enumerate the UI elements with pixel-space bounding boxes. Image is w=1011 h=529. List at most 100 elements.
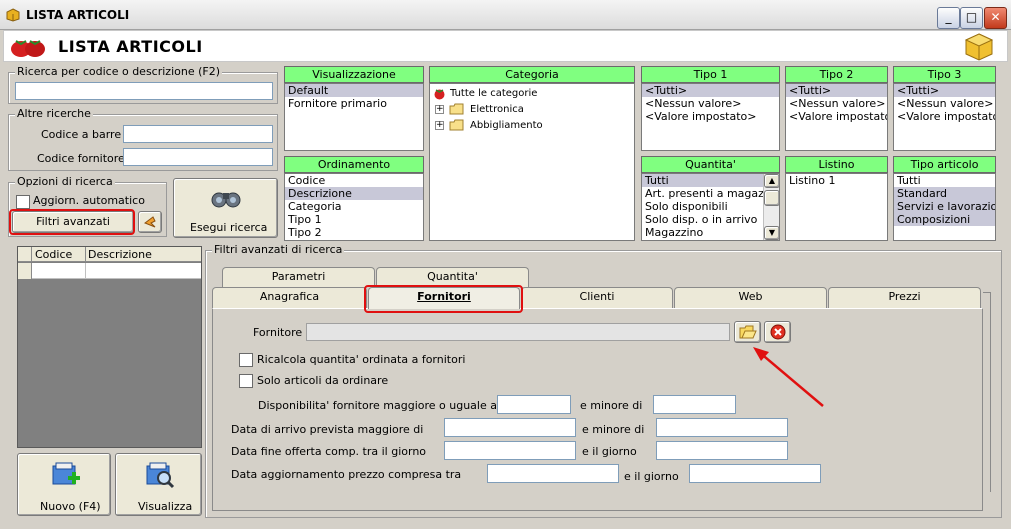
- delete-icon: [770, 324, 785, 340]
- quantity-list[interactable]: Tutti Art. presenti a magazzino Solo dis…: [641, 173, 780, 241]
- type2-item[interactable]: <Valore impostato>: [786, 110, 887, 123]
- sort-item[interactable]: Descrizione: [285, 187, 423, 200]
- price-list-item[interactable]: Listino 1: [786, 174, 887, 187]
- sort-item[interactable]: Tipo 2: [285, 226, 423, 239]
- hand-pointer-icon: [143, 216, 156, 228]
- sort-item[interactable]: Categoria: [285, 200, 423, 213]
- view-item-icon: [146, 462, 175, 489]
- advanced-filters-title: Filtri avanzati di ricerca: [212, 243, 345, 256]
- scroll-up-button[interactable]: ▲: [764, 174, 779, 188]
- type3-item[interactable]: <Nessun valore>: [894, 97, 995, 110]
- article-type-panel-header: Tipo articolo: [893, 156, 996, 173]
- new-button[interactable]: Nuovo (F4): [17, 453, 111, 516]
- barcode-input[interactable]: [123, 125, 273, 143]
- category-electronics[interactable]: Elettronica: [470, 104, 524, 115]
- folder-open-icon: [739, 325, 757, 339]
- type2-item[interactable]: <Tutti>: [786, 84, 887, 97]
- expand-icon[interactable]: +: [435, 105, 444, 114]
- grid-column-code[interactable]: Codice: [35, 248, 72, 261]
- arrival-to-input[interactable]: [656, 418, 788, 437]
- quantity-item[interactable]: Art. presenti a magazzino: [642, 187, 779, 200]
- binoculars-icon: [211, 192, 241, 208]
- supplier-field[interactable]: [306, 323, 730, 341]
- tab-prezzi[interactable]: Prezzi: [828, 287, 981, 308]
- folder-icon: [449, 103, 464, 115]
- offer-end-from-input[interactable]: [444, 441, 576, 460]
- close-button[interactable]: ✕: [984, 7, 1007, 29]
- price-list-list[interactable]: Listino 1: [785, 173, 888, 241]
- article-type-item[interactable]: Composizioni: [894, 213, 995, 226]
- fornitori-tab-highlight: [364, 285, 523, 313]
- app-box-icon: [6, 8, 20, 22]
- barcode-label: Codice a barre :: [41, 128, 129, 141]
- pointer-button[interactable]: [138, 211, 162, 233]
- strawberry-icon: [434, 89, 445, 100]
- search-options-group: Opzioni di ricerca Aggiorn. automatico F…: [8, 175, 167, 237]
- search-input[interactable]: [15, 82, 273, 100]
- tab-quantita[interactable]: Quantita': [376, 267, 529, 287]
- article-type-item[interactable]: Tutti: [894, 174, 995, 187]
- view-item-default[interactable]: Default: [285, 84, 423, 97]
- category-clothing[interactable]: Abbigliamento: [470, 120, 543, 131]
- table-row[interactable]: [18, 263, 201, 279]
- type1-item[interactable]: <Valore impostato>: [642, 110, 779, 123]
- type3-item[interactable]: <Valore impostato>: [894, 110, 995, 123]
- type1-item[interactable]: <Tutti>: [642, 84, 779, 97]
- type2-panel-header: Tipo 2: [785, 66, 888, 83]
- tab-anagrafica[interactable]: Anagrafica: [212, 287, 367, 308]
- quantity-item[interactable]: Solo disp. o in arrivo: [642, 213, 779, 226]
- only-to-order-label: Solo articoli da ordinare: [257, 374, 389, 387]
- quantity-panel-header: Quantita': [641, 156, 780, 173]
- minimize-button[interactable]: _: [937, 7, 960, 29]
- type3-list[interactable]: <Tutti> <Nessun valore> <Valore impostat…: [893, 83, 996, 151]
- view-list[interactable]: Default Fornitore primario: [284, 83, 424, 151]
- price-update-to-input[interactable]: [689, 464, 821, 483]
- view-item-primary-supplier[interactable]: Fornitore primario: [285, 97, 423, 110]
- strawberry-icon: [11, 40, 45, 57]
- tab-clienti[interactable]: Clienti: [521, 287, 673, 308]
- quantity-scrollbar[interactable]: ▲ ▼: [763, 174, 779, 240]
- tab-parametri[interactable]: Parametri: [222, 267, 375, 287]
- only-to-order-checkbox[interactable]: [239, 374, 253, 388]
- results-grid[interactable]: Codice Descrizione: [17, 246, 202, 448]
- type1-item[interactable]: <Nessun valore>: [642, 97, 779, 110]
- quantity-item[interactable]: Solo disponibili: [642, 200, 779, 213]
- quantity-item[interactable]: Magazzino: [642, 226, 779, 239]
- grid-column-description[interactable]: Descrizione: [88, 248, 152, 261]
- type1-panel-header: Tipo 1: [641, 66, 780, 83]
- article-type-item[interactable]: Standard: [894, 187, 995, 200]
- scroll-down-button[interactable]: ▼: [764, 226, 779, 240]
- new-item-icon: [52, 462, 80, 485]
- sort-item[interactable]: Tipo 1: [285, 213, 423, 226]
- availability-min-input[interactable]: [497, 395, 571, 414]
- type2-list[interactable]: <Tutti> <Nessun valore> <Valore impostat…: [785, 83, 888, 151]
- availability-max-input[interactable]: [653, 395, 736, 414]
- article-type-list[interactable]: Tutti Standard Servizi e lavorazioni Com…: [893, 173, 996, 241]
- supplier-code-input[interactable]: [123, 148, 273, 166]
- category-root[interactable]: Tutte le categorie: [450, 88, 537, 99]
- expand-icon[interactable]: +: [435, 121, 444, 130]
- article-type-item[interactable]: Servizi e lavorazioni: [894, 200, 995, 213]
- type1-list[interactable]: <Tutti> <Nessun valore> <Valore impostat…: [641, 83, 780, 151]
- type3-panel-header: Tipo 3: [893, 66, 996, 83]
- red-arrow-icon: [753, 347, 824, 407]
- supplier-label: Fornitore :: [253, 326, 310, 339]
- availability-label: Disponibilita' fornitore maggiore o ugua…: [258, 399, 497, 412]
- tab-web[interactable]: Web: [674, 287, 827, 308]
- sort-item[interactable]: Codice: [285, 174, 423, 187]
- quantity-item[interactable]: Tutti: [642, 174, 763, 187]
- arrival-from-input[interactable]: [444, 418, 576, 437]
- scroll-thumb[interactable]: [764, 190, 779, 206]
- sort-list[interactable]: Codice Descrizione Categoria Tipo 1 Tipo…: [284, 173, 424, 241]
- view-button[interactable]: Visualizza: [115, 453, 202, 516]
- maximize-button[interactable]: □: [960, 7, 983, 29]
- auto-update-checkbox[interactable]: [16, 195, 30, 209]
- price-list-panel-header: Listino: [785, 156, 888, 173]
- price-update-from-input[interactable]: [487, 464, 619, 483]
- recalc-checkbox[interactable]: [239, 353, 253, 367]
- type3-item[interactable]: <Tutti>: [894, 84, 995, 97]
- type2-item[interactable]: <Nessun valore>: [786, 97, 887, 110]
- offer-end-to-input[interactable]: [656, 441, 788, 460]
- category-tree[interactable]: Tutte le categorie + Elettronica + Abbig…: [429, 83, 635, 241]
- run-search-button[interactable]: Esegui ricerca: [173, 178, 278, 238]
